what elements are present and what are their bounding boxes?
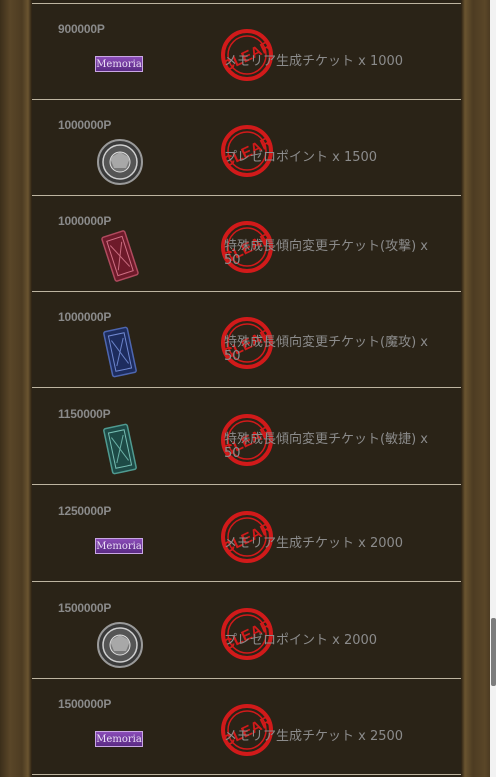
list-item: 1000000P CLEAR 特殊成長傾向変更チケット(魔攻) x 50 bbox=[32, 292, 461, 388]
reward-text: メモリア生成チケット x 1000 bbox=[224, 54, 404, 69]
memoria-badge-icon: Memoria bbox=[95, 56, 143, 72]
list-item: 900000P Memoria CLEAR メモリア生成チケット x 1000 bbox=[32, 3, 461, 100]
reward-text: メモリア生成チケット x 2500 bbox=[224, 729, 404, 744]
reward-text: メモリア生成チケット x 2000 bbox=[224, 536, 404, 551]
list-item: 1150000P CLEAR 特殊成長傾向変更チケット(敏捷) x 50 bbox=[32, 389, 461, 485]
reward-list: 900000P Memoria CLEAR メモリア生成チケット x 1000 … bbox=[32, 0, 461, 777]
points-label: 900000P bbox=[58, 22, 105, 36]
memoria-badge-icon: Memoria bbox=[95, 538, 143, 554]
memoria-badge-icon: Memoria bbox=[95, 731, 143, 747]
points-label: 1150000P bbox=[58, 407, 111, 421]
list-item: 1000000P CLEAR 特殊成長傾向変更チケット(攻撃) x 50 bbox=[32, 196, 461, 292]
points-label: 1500000P bbox=[58, 697, 112, 711]
reward-text: 特殊成長傾向変更チケット(魔攻) x 50 bbox=[224, 335, 428, 364]
ticket-red-icon bbox=[101, 230, 139, 282]
list-item: 1000000P CLEAR プレゼロポイント x 1500 bbox=[32, 100, 461, 196]
ticket-teal-icon bbox=[103, 423, 137, 475]
reward-text: プレゼロポイント x 1500 bbox=[224, 150, 378, 165]
reward-text: 特殊成長傾向変更チケット(敏捷) x 50 bbox=[224, 432, 428, 461]
ticket-blue-icon bbox=[103, 326, 137, 378]
points-label: 1000000P bbox=[58, 214, 112, 228]
left-frame-border bbox=[0, 0, 32, 777]
medal-icon bbox=[97, 622, 143, 668]
points-label: 1250000P bbox=[58, 504, 112, 518]
medal-icon bbox=[97, 139, 143, 185]
points-label: 1500000P bbox=[58, 601, 112, 615]
reward-text: プレゼロポイント x 2000 bbox=[224, 633, 378, 648]
list-item: 1250000P Memoria CLEAR メモリア生成チケット x 2000 bbox=[32, 486, 461, 582]
list-item: 1500000P CLEAR プレゼロポイント x 2000 bbox=[32, 583, 461, 679]
reward-text: 特殊成長傾向変更チケット(攻撃) x 50 bbox=[224, 239, 428, 268]
list-item: 1500000P Memoria CLEAR メモリア生成チケット x 2500 bbox=[32, 679, 461, 775]
scrollbar-thumb[interactable] bbox=[491, 618, 496, 686]
points-label: 1000000P bbox=[58, 118, 112, 132]
points-label: 1000000P bbox=[58, 310, 112, 324]
